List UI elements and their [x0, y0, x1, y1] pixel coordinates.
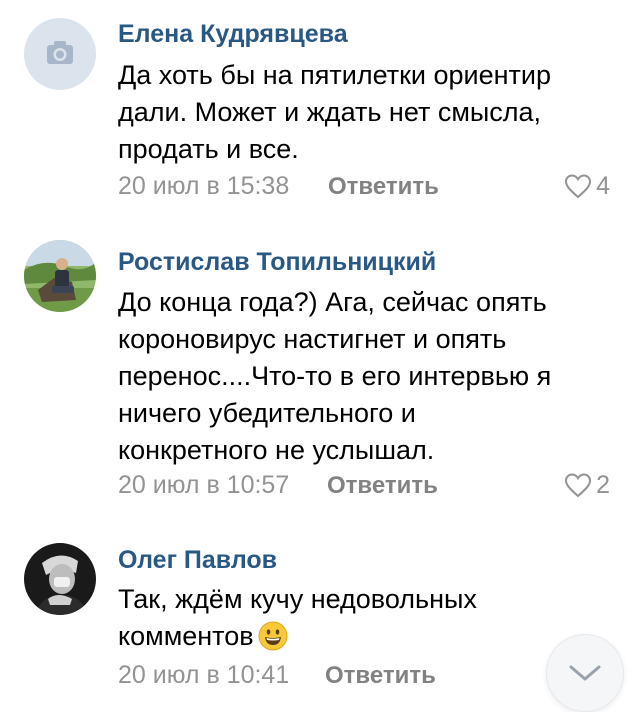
comment-text-fragment: комментов — [118, 621, 254, 651]
like-button[interactable]: 2 — [564, 470, 610, 500]
comment-text-line: ничего убедительного и — [118, 398, 416, 428]
user-photo — [24, 240, 96, 312]
comment-date: 20 июл в 10:41 — [118, 661, 290, 689]
grinning-face-emoji — [258, 621, 288, 661]
comment-date: 20 июл в 15:38 — [118, 172, 290, 200]
reply-button[interactable]: Ответить — [327, 472, 438, 500]
comment-text: Да хоть бы на пятилетки ориентир дали. М… — [118, 57, 618, 168]
comment-text-line: Так, ждём кучу недовольных — [118, 584, 477, 614]
comment-text-line: комментов — [118, 618, 618, 661]
comment-item: Олег Павлов Так, ждём кучу недовольных к… — [0, 520, 640, 707]
comment-item: Ростислав Топильницкий До конца года?) А… — [0, 215, 640, 520]
comment-date: 20 июл в 10:57 — [118, 471, 290, 499]
comment-author[interactable]: Ростислав Топильницкий — [118, 248, 436, 277]
avatar[interactable] — [24, 18, 96, 90]
avatar[interactable] — [24, 240, 96, 312]
comment-text: Так, ждём кучу недовольных комментов — [118, 581, 618, 661]
comment-author[interactable]: Олег Павлов — [118, 546, 277, 575]
user-photo — [24, 543, 96, 615]
comment-text-line: До конца года?) Ага, сейчас опять — [118, 287, 547, 317]
like-button[interactable]: 4 — [564, 171, 610, 201]
camera-placeholder-icon — [47, 41, 73, 64]
scroll-down-button[interactable] — [546, 634, 624, 712]
comment-author[interactable]: Елена Кудрявцева — [118, 20, 348, 49]
reply-button[interactable]: Ответить — [325, 662, 436, 690]
avatar[interactable] — [24, 543, 96, 615]
heart-icon — [565, 473, 592, 498]
chevron-down-icon — [569, 665, 601, 681]
comment-text-line: продать и все. — [118, 134, 299, 164]
like-count: 2 — [596, 470, 610, 499]
heart-icon — [565, 174, 592, 199]
comment-text-line: конкретного не услышал. — [118, 435, 435, 465]
comment-text-line: короновирус настигнет и опять — [118, 324, 507, 354]
comment-item: Елена Кудрявцева Да хоть бы на пятилетки… — [0, 0, 640, 215]
comment-text: До конца года?) Ага, сейчас опять короно… — [118, 284, 618, 469]
comment-text-line: дали. Может и ждать нет смысла, — [118, 97, 542, 127]
comment-text-line: перенос....Что-то в его интервью я — [118, 361, 552, 391]
reply-button[interactable]: Ответить — [328, 173, 439, 201]
like-count: 4 — [596, 171, 610, 200]
comment-text-line: Да хоть бы на пятилетки ориентир — [118, 60, 551, 90]
